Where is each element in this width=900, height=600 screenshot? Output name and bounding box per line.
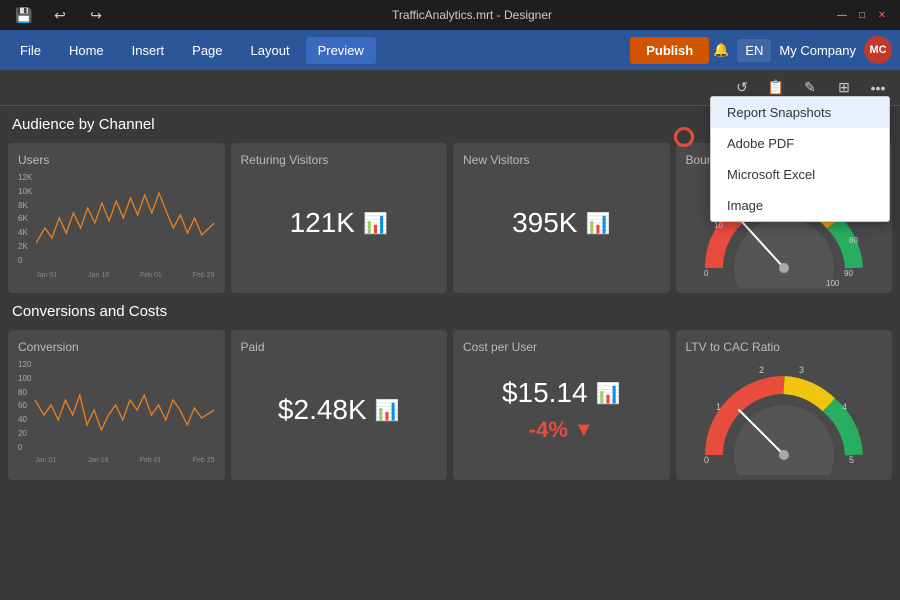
- svg-text:1: 1: [716, 402, 721, 412]
- close-button[interactable]: ✕: [874, 7, 890, 23]
- section-conversions: Conversions and Costs: [8, 301, 892, 322]
- conversions-grid: Conversion 120 100 80 60 40 20 0 Jan 0: [8, 330, 892, 480]
- title-bar: 💾 ↩ ↪ TrafficAnalytics.mrt - Designer — …: [0, 0, 900, 30]
- bell-icon[interactable]: 🔔: [713, 42, 729, 58]
- title-bar-left: 💾 ↩ ↪: [10, 1, 110, 29]
- svg-text:80: 80: [849, 236, 858, 245]
- dropdown-adobe-pdf[interactable]: Adobe PDF: [711, 128, 889, 159]
- window-controls: — □ ✕: [834, 7, 890, 23]
- cost-per-user-card: Cost per User $15.14 📊 -4% ▼: [453, 330, 670, 480]
- users-chart: [36, 173, 214, 263]
- bar-chart-icon-3: 📊: [375, 398, 400, 423]
- users-title: Users: [18, 153, 215, 167]
- menu-file[interactable]: File: [8, 37, 53, 64]
- menu-layout[interactable]: Layout: [239, 37, 302, 64]
- redo-icon[interactable]: ↪: [82, 1, 110, 29]
- svg-text:0: 0: [704, 269, 709, 278]
- menu-page[interactable]: Page: [180, 37, 234, 64]
- company-name: My Company: [779, 43, 856, 58]
- cost-sub-value: -4%: [529, 417, 568, 443]
- pointer-indicator: [674, 127, 694, 147]
- window-title: TrafficAnalytics.mrt - Designer: [110, 8, 834, 22]
- svg-text:5: 5: [849, 455, 854, 465]
- maximize-button[interactable]: □: [854, 7, 870, 23]
- menu-insert[interactable]: Insert: [120, 37, 177, 64]
- users-card: Users 12K 10K 8K 6K 4K 2K 0: [8, 143, 225, 293]
- svg-text:2: 2: [759, 365, 764, 375]
- publish-button[interactable]: Publish: [630, 37, 709, 64]
- cost-per-user-value: $15.14 📊: [502, 377, 621, 409]
- cost-per-user-title: Cost per User: [463, 340, 660, 354]
- bar-chart-icon-2: 📊: [586, 211, 611, 236]
- language-selector[interactable]: EN: [737, 39, 771, 62]
- ltv-cac-gauge: 0 1 2 3 4 5: [694, 355, 874, 475]
- svg-text:90: 90: [844, 269, 853, 278]
- new-visitors-card: New Visitors 395K 📊: [453, 143, 670, 293]
- returning-visitors-title: Returing Visitors: [241, 153, 438, 167]
- paid-title: Paid: [241, 340, 438, 354]
- conversion-chart: [35, 360, 214, 450]
- paid-value: $2.48K 📊: [278, 394, 400, 426]
- ltv-cac-card: LTV to CAC Ratio 0 1 2 3 4: [676, 330, 893, 480]
- menu-home[interactable]: Home: [57, 37, 116, 64]
- dropdown-microsoft-excel[interactable]: Microsoft Excel: [711, 159, 889, 190]
- arrow-down-icon: ▼: [574, 419, 594, 442]
- returning-visitors-value: 121K 📊: [290, 207, 388, 239]
- paid-card: Paid $2.48K 📊: [231, 330, 448, 480]
- save-icon[interactable]: 💾: [10, 1, 38, 29]
- returning-visitors-card: Returing Visitors 121K 📊: [231, 143, 448, 293]
- conversion-card: Conversion 120 100 80 60 40 20 0 Jan 0: [8, 330, 225, 480]
- dropdown-report-snapshots[interactable]: Report Snapshots: [711, 97, 889, 128]
- minimize-button[interactable]: —: [834, 7, 850, 23]
- svg-text:10: 10: [714, 221, 723, 230]
- ltv-cac-title: LTV to CAC Ratio: [686, 340, 883, 354]
- dropdown-image[interactable]: Image: [711, 190, 889, 221]
- menu-preview[interactable]: Preview: [306, 37, 376, 64]
- company-avatar[interactable]: MC: [864, 36, 892, 64]
- dropdown-menu: Report Snapshots Adobe PDF Microsoft Exc…: [710, 96, 890, 222]
- bar-chart-icon-4: 📊: [596, 381, 621, 406]
- svg-text:100: 100: [826, 279, 840, 288]
- new-visitors-title: New Visitors: [463, 153, 660, 167]
- svg-text:3: 3: [799, 365, 804, 375]
- menu-right: 🔔 EN My Company MC: [713, 36, 892, 64]
- undo-icon[interactable]: ↩: [46, 1, 74, 29]
- svg-text:0: 0: [704, 455, 709, 465]
- new-visitors-value: 395K 📊: [512, 207, 610, 239]
- menu-bar: File Home Insert Page Layout Preview Pub…: [0, 30, 900, 70]
- conversion-title: Conversion: [18, 340, 215, 354]
- bar-chart-icon: 📊: [363, 211, 388, 236]
- svg-text:4: 4: [842, 402, 847, 412]
